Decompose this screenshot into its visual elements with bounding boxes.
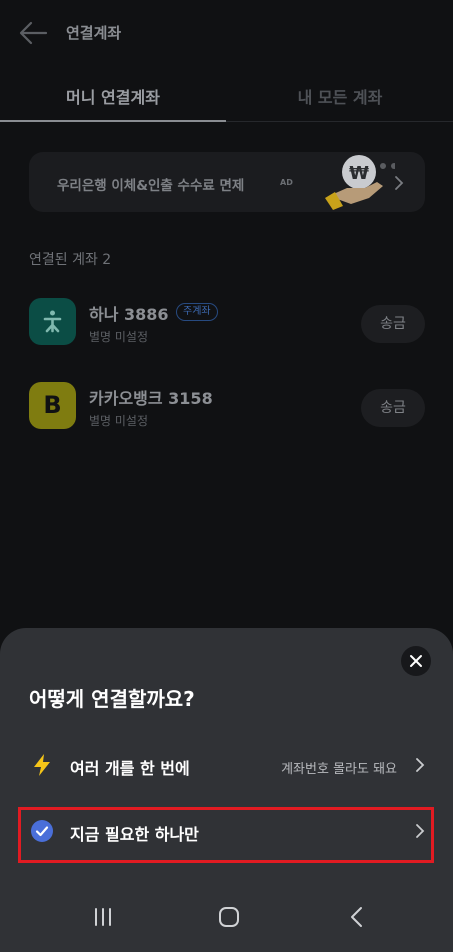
send-money-button[interactable]: 송금 (361, 389, 425, 427)
account-nickname: 별명 미설정 (89, 330, 149, 344)
send-money-button[interactable]: 송금 (361, 305, 425, 343)
close-button[interactable] (401, 646, 431, 676)
connect-method-bottom-sheet: 어떻게 연결할까요? 여러 개를 한 번에 계좌번호 몰라도 돼요 지금 필요한… (0, 628, 453, 952)
linked-accounts-count: 연결된 계좌 2 (29, 252, 112, 268)
chevron-right-icon (395, 176, 404, 190)
close-icon (410, 655, 422, 667)
sheet-title: 어떻게 연결할까요? (29, 687, 195, 711)
home-icon[interactable] (214, 902, 244, 932)
recent-apps-icon[interactable] (88, 902, 118, 932)
tab-all-accounts[interactable]: 내 모든 계좌 (227, 84, 453, 108)
hana-bank-logo-icon (29, 298, 76, 345)
highlight-box (18, 807, 434, 863)
account-row-hana[interactable]: 하나 3886 주계좌 별명 미설정 송금 (29, 298, 425, 346)
primary-account-badge: 주계좌 (176, 303, 218, 321)
page-title: 연결계좌 (66, 24, 122, 42)
option-link-multiple[interactable]: 여러 개를 한 번에 계좌번호 몰라도 돼요 (20, 737, 433, 793)
active-tab-indicator (0, 120, 226, 122)
option-hint: 계좌번호 몰라도 돼요 (281, 762, 397, 777)
system-navigation-bar (0, 884, 453, 952)
banner-text: 우리은행 이체&인출 수수료 면제 (57, 178, 245, 194)
back-arrow-icon[interactable] (18, 20, 48, 46)
back-icon[interactable] (342, 902, 372, 932)
account-nickname: 별명 미설정 (89, 414, 149, 428)
ad-label: AD (280, 178, 293, 187)
tab-bar: 머니 연결계좌 내 모든 계좌 (0, 70, 453, 122)
account-name: 하나 3886 (89, 305, 169, 324)
coin-symbol: ₩ (349, 163, 369, 184)
ad-banner[interactable]: 우리은행 이체&인출 수수료 면제 AD ₩ (29, 152, 425, 212)
chevron-right-icon (416, 758, 425, 772)
account-name: 카카오뱅크 3158 (89, 389, 213, 408)
account-row-kakaobank[interactable]: B 카카오뱅크 3158 별명 미설정 송금 (29, 382, 425, 430)
kakaobank-logo-letter: B (43, 391, 62, 419)
coin-hand-illustration-icon: ₩ (325, 155, 395, 210)
kakaobank-logo-icon: B (29, 382, 76, 429)
app-header: 연결계좌 (0, 0, 453, 66)
tab-money-linked-accounts[interactable]: 머니 연결계좌 (0, 84, 226, 108)
option-label: 여러 개를 한 번에 (70, 759, 190, 778)
lightning-icon (34, 754, 50, 776)
